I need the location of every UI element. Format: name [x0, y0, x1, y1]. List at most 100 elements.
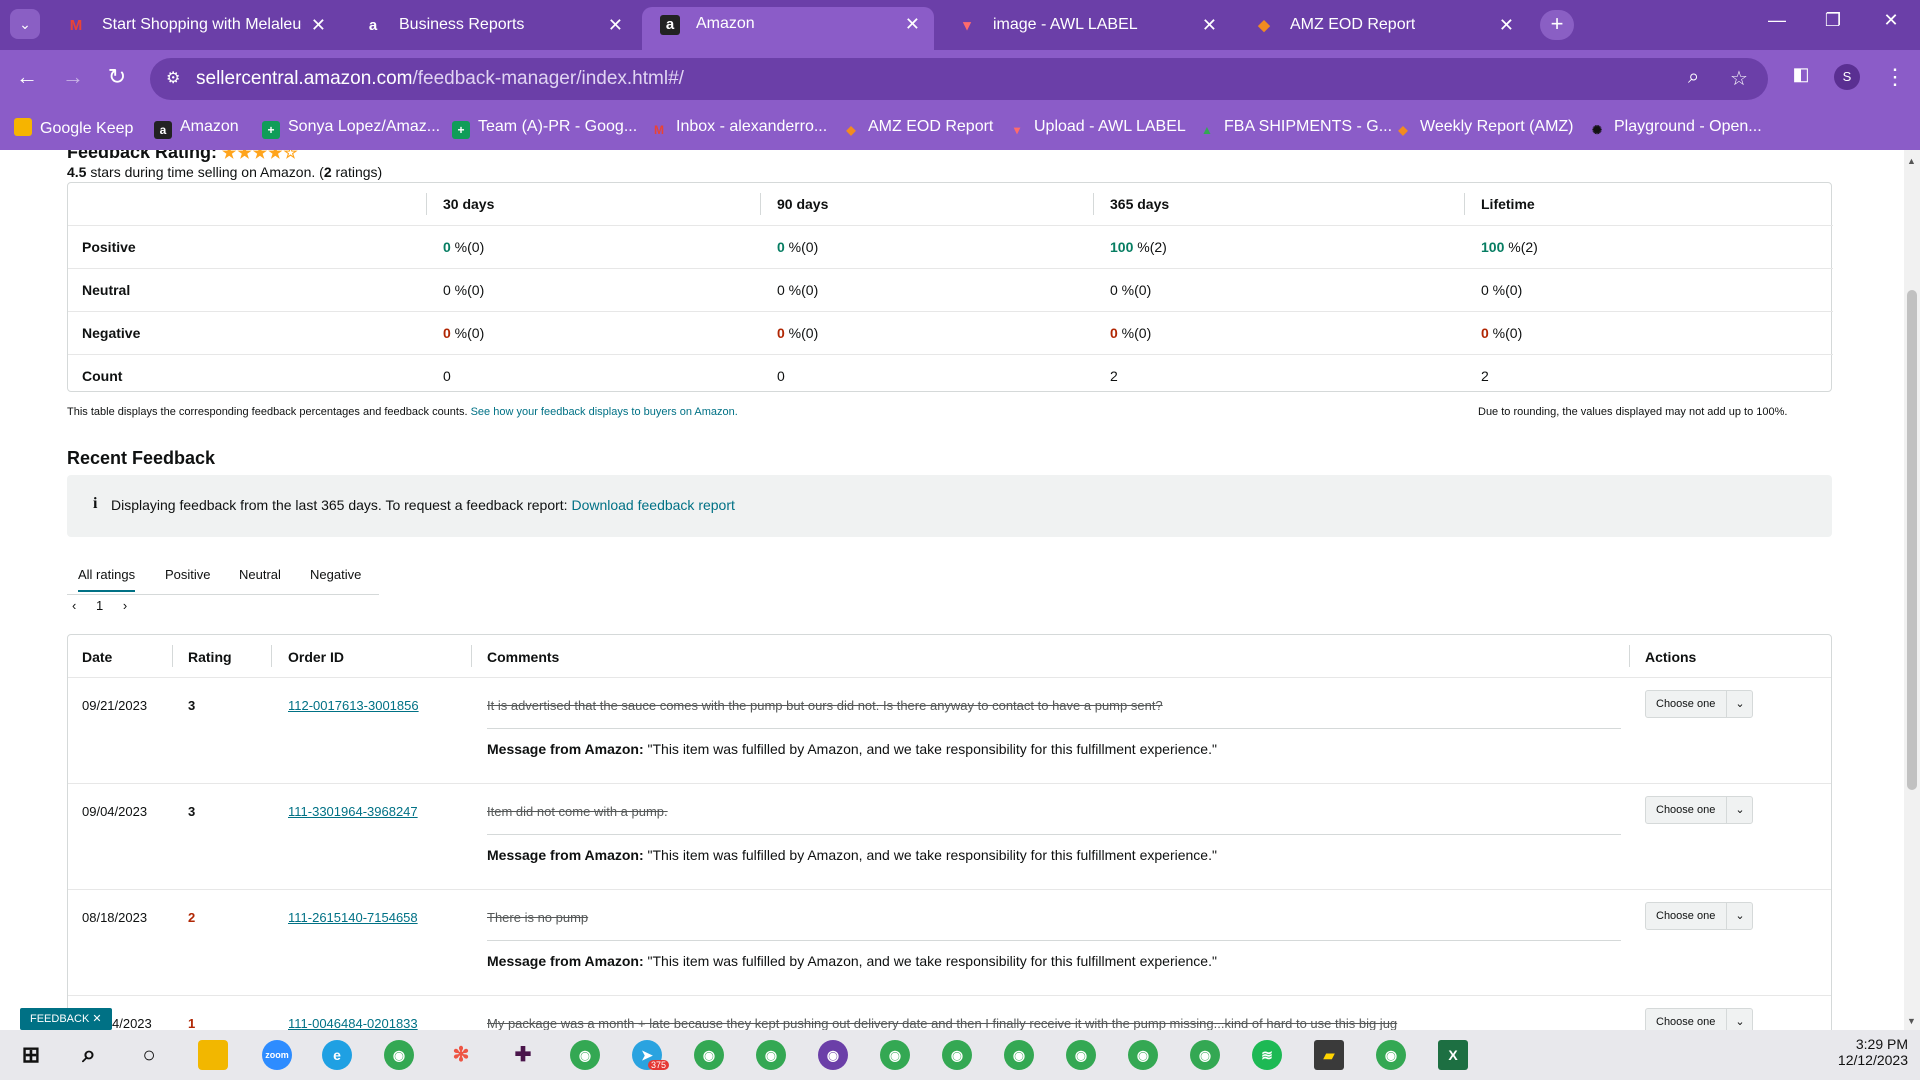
- chrome-icon[interactable]: ◉: [880, 1040, 910, 1070]
- browser-tab-melaleuca[interactable]: M Start Shopping with Melaleuca ✕: [48, 8, 340, 50]
- windows-start-icon[interactable]: ⊞: [16, 1040, 46, 1070]
- column-header: Lifetime: [1481, 196, 1535, 212]
- side-panel-icon[interactable]: ◧: [1786, 64, 1816, 85]
- spotify-icon[interactable]: ≋: [1252, 1040, 1282, 1070]
- sheets-icon: +: [262, 121, 280, 139]
- tab-search-button[interactable]: ⌄: [10, 9, 40, 39]
- bookmark-fba-shipments[interactable]: ▲ FBA SHIPMENTS - G...: [1198, 118, 1392, 139]
- url-path: /feedback-manager/index.html#/: [412, 68, 684, 89]
- bookmark-inbox[interactable]: M Inbox - alexanderro...: [650, 118, 827, 139]
- column-header: Actions: [1645, 649, 1697, 665]
- excel-icon[interactable]: X: [1438, 1040, 1468, 1070]
- feedback-rating-heading: Feedback Rating: ★★★★☆: [67, 150, 299, 163]
- feedback-table: Date Rating Order ID Comments Actions 09…: [67, 634, 1832, 1030]
- order-id-link[interactable]: 111-0046484-0201833: [288, 1016, 418, 1030]
- chrome-icon[interactable]: ◉: [1376, 1040, 1406, 1070]
- chrome-icon[interactable]: ◉: [570, 1040, 600, 1070]
- search-icon[interactable]: ⌕: [74, 1040, 104, 1070]
- prev-page-icon[interactable]: ‹: [72, 598, 76, 613]
- table-row: 4/2023 1 111-0046484-0201833 My package …: [68, 996, 1831, 1030]
- bookmark-amz-eod[interactable]: ◆ AMZ EOD Report: [842, 118, 993, 139]
- close-tab-icon[interactable]: ✕: [1202, 8, 1217, 42]
- zoom-icon[interactable]: ⌕: [1688, 66, 1699, 89]
- pagination: ‹ 1 ›: [72, 598, 143, 613]
- task-view-icon[interactable]: ○: [134, 1040, 164, 1070]
- amazon-icon: a: [660, 15, 680, 35]
- scroll-down-icon[interactable]: ▼: [1907, 1016, 1916, 1026]
- download-report-link[interactable]: Download feedback report: [571, 497, 734, 513]
- choose-action-dropdown[interactable]: Choose one ⌄: [1645, 690, 1753, 718]
- bookmark-awl-label[interactable]: ▾ Upload - AWL LABEL: [1008, 118, 1186, 139]
- bookmark-weekly-report[interactable]: ◆ Weekly Report (AMZ): [1394, 118, 1573, 139]
- profile-avatar[interactable]: S: [1834, 64, 1860, 90]
- browser-tab-amz-eod[interactable]: ◆ AMZ EOD Report ✕: [1236, 8, 1528, 50]
- order-id-link[interactable]: 111-3301964-3968247: [288, 804, 418, 819]
- edge-icon[interactable]: e: [322, 1040, 352, 1070]
- menu-kebab-icon[interactable]: ⋮: [1880, 64, 1910, 90]
- bookmark-sonya-lopez[interactable]: + Sonya Lopez/Amaz...: [262, 118, 440, 139]
- scroll-thumb[interactable]: [1907, 290, 1917, 790]
- scroll-up-icon[interactable]: ▲: [1907, 156, 1916, 166]
- star-rating-icon: ★★★★☆: [222, 150, 299, 162]
- zoom-icon[interactable]: zoom: [262, 1040, 292, 1070]
- browser-tab-business-reports[interactable]: a Business Reports ✕: [345, 8, 637, 50]
- minimize-icon[interactable]: —: [1762, 10, 1792, 31]
- system-clock[interactable]: 3:29 PM 12/12/2023: [1828, 1036, 1908, 1068]
- close-window-icon[interactable]: ✕: [1876, 10, 1906, 31]
- page-number[interactable]: 1: [96, 598, 103, 613]
- next-page-icon[interactable]: ›: [123, 598, 127, 613]
- close-tab-icon[interactable]: ✕: [311, 8, 326, 42]
- sticky-notes-icon[interactable]: ▰: [1314, 1040, 1344, 1070]
- chrome-icon[interactable]: ◉: [1190, 1040, 1220, 1070]
- summary-row-neutral: Neutral 0 %(0) 0 %(0) 0 %(0) 0 %(0): [68, 269, 1833, 312]
- tab-positive[interactable]: Positive: [165, 567, 211, 582]
- close-tab-icon[interactable]: ✕: [608, 8, 623, 42]
- rounding-note: Due to rounding, the values displayed ma…: [1478, 406, 1788, 418]
- app-icon[interactable]: ✻: [446, 1040, 476, 1070]
- bookmark-amazon[interactable]: a Amazon: [154, 118, 239, 139]
- tab-all-ratings[interactable]: All ratings: [78, 567, 136, 592]
- order-id-link[interactable]: 112-0017613-3001856: [288, 698, 419, 713]
- table-header-row: Date Rating Order ID Comments Actions: [68, 635, 1831, 678]
- feedback-display-link[interactable]: See how your feedback displays to buyers…: [471, 406, 738, 418]
- recent-feedback-title: Recent Feedback: [67, 448, 216, 468]
- gmail-icon: M: [654, 123, 664, 137]
- close-tab-icon[interactable]: ✕: [905, 7, 920, 41]
- chrome-icon[interactable]: ◉: [756, 1040, 786, 1070]
- chrome-icon[interactable]: ◉: [818, 1040, 848, 1070]
- forward-icon[interactable]: →: [58, 64, 88, 90]
- feedback-button[interactable]: FEEDBACK ✕: [20, 1008, 112, 1030]
- chrome-icon[interactable]: ◉: [694, 1040, 724, 1070]
- restore-icon[interactable]: ❐: [1818, 10, 1848, 31]
- site-info-icon[interactable]: ⚙: [166, 68, 180, 88]
- address-bar[interactable]: ⚙ sellercentral.amazon.com/feedback-mana…: [150, 58, 1768, 100]
- close-tab-icon[interactable]: ✕: [1499, 8, 1514, 42]
- summary-header-row: 30 days 90 days 365 days Lifetime: [68, 183, 1833, 226]
- chrome-icon[interactable]: ◉: [942, 1040, 972, 1070]
- tab-neutral[interactable]: Neutral: [239, 567, 281, 582]
- slack-icon[interactable]: ✚: [508, 1040, 538, 1070]
- bookmark-star-icon[interactable]: ☆: [1730, 66, 1748, 91]
- bookmark-team-pr[interactable]: + Team (A)-PR - Goog...: [452, 118, 637, 139]
- order-id-link[interactable]: 111-2615140-7154658: [288, 910, 418, 925]
- bookmark-google-keep[interactable]: Google Keep: [14, 118, 133, 138]
- feedback-date: 4/2023: [112, 1016, 152, 1030]
- page-scrollbar[interactable]: ▲ ▼: [1904, 150, 1920, 1030]
- chrome-icon[interactable]: ◉: [1128, 1040, 1158, 1070]
- chrome-icon[interactable]: ◉: [1004, 1040, 1034, 1070]
- column-header: Comments: [487, 649, 560, 665]
- feedback-date: 09/21/2023: [82, 698, 148, 713]
- tab-negative[interactable]: Negative: [310, 567, 361, 582]
- bookmark-playground[interactable]: ✺ Playground - Open...: [1588, 118, 1762, 139]
- back-icon[interactable]: ←: [12, 64, 42, 90]
- browser-tab-amazon[interactable]: a Amazon ✕: [642, 7, 934, 50]
- browser-tab-awl-label[interactable]: ▾ image - AWL LABEL ✕: [939, 8, 1231, 50]
- file-explorer-icon[interactable]: [198, 1040, 228, 1070]
- choose-action-dropdown[interactable]: Choose one ⌄: [1645, 902, 1753, 930]
- reload-icon[interactable]: ↻: [102, 64, 132, 90]
- chrome-icon[interactable]: ◉: [1066, 1040, 1096, 1070]
- chrome-icon[interactable]: ◉: [384, 1040, 414, 1070]
- choose-action-dropdown[interactable]: Choose one ⌄: [1645, 796, 1753, 824]
- new-tab-button[interactable]: +: [1540, 10, 1574, 40]
- choose-action-dropdown[interactable]: Choose one ⌄: [1645, 1008, 1753, 1030]
